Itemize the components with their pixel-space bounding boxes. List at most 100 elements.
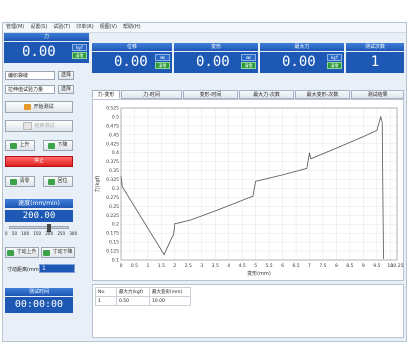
menu-settings[interactable]: 设置(S) (27, 23, 50, 32)
y-tick-label: 0.1 (112, 258, 119, 264)
x-tick-label: 8 (335, 263, 338, 269)
test-count-value: 1 (346, 52, 404, 73)
chart-area: 0 0.5 1 1.5 2 2.5 3 3.5 4 4.5 5 5.5 6 6.5 7 7.5 8 8.5 9 9.5… (92, 99, 404, 281)
jog-distance-value: 1 (42, 265, 46, 272)
force-unit: kgf (72, 44, 87, 51)
deformation-unit: mm (241, 54, 256, 61)
x-tick-label: 4.5 (239, 263, 246, 269)
cell-max-deformation: 10.00 (149, 296, 191, 306)
tab-maxdeformation-count[interactable]: 最大变形-次数 (295, 90, 350, 99)
jog-up-button[interactable]: 寸动上升 (5, 247, 39, 258)
cell-max-force: 0.50 (116, 296, 150, 306)
y-tick-label: 0.15 (109, 240, 119, 246)
tab-force-deformation[interactable]: 力-变形 (92, 90, 120, 99)
deformation-panel: 变形 0.00 mm 清零 (174, 43, 258, 73)
clear-label: 清零 (19, 178, 30, 184)
move-down-label: 下降 (57, 142, 68, 148)
x-tick-label: 7.5 (319, 263, 326, 269)
menu-print[interactable]: 印单(R) (73, 23, 96, 32)
position-number: 0.00 (114, 54, 148, 70)
position-value: 0.00 mm 清零 (92, 52, 172, 73)
max-force-unit: kgf (327, 54, 342, 61)
x-tick-label: 8.5 (346, 263, 353, 269)
force-deformation-chart: 0 0.5 1 1.5 2 2.5 3 3.5 4 4.5 5 5.5 6 6.5 7 7.5 8 8.5 9 9.5… (94, 106, 404, 278)
stop-test-button[interactable]: 结束测试 (5, 120, 73, 132)
return-label: 回位 (57, 178, 68, 184)
y-tick-label: 0.35 (109, 168, 119, 174)
timer-value: 00:00:00 (5, 297, 73, 313)
table-row[interactable]: 1 0.50 10.00 (95, 296, 191, 306)
halt-button[interactable]: 停止 (5, 156, 73, 167)
y-tick-label: 0.25 (109, 204, 119, 210)
x-tick-label: 3.5 (212, 263, 219, 269)
menu-test[interactable]: 试验(T) (50, 23, 73, 32)
move-up-button[interactable]: 上升 (5, 140, 35, 151)
test-count-title: 测试次数 (346, 43, 404, 51)
force-value: 0.00 kgf 清零 (4, 42, 89, 63)
force-reset-button[interactable]: 清零 (72, 52, 87, 59)
y-tick-label: 0.45 (109, 132, 119, 138)
col-max-force: 最大力(kgf) (116, 287, 150, 297)
x-tick-label: 2.5 (185, 263, 192, 269)
plot-frame (120, 107, 398, 261)
jog-up-icon (7, 249, 15, 256)
max-force-reset-button[interactable]: 清零 (327, 62, 342, 69)
speed-tick: 100 (21, 231, 29, 236)
deformation-number: 0.00 (196, 54, 230, 70)
return-icon (48, 178, 56, 185)
y-tick-label: 0.325 (106, 177, 119, 183)
y-tick-label: 0.125 (106, 249, 119, 255)
test-method-value: 拉伸值试验力量 (8, 87, 44, 93)
jog-down-button[interactable]: 寸动下降 (41, 247, 75, 258)
tab-deformation-time[interactable]: 变形-时间 (183, 90, 238, 99)
x-axis-label: 变形(mm) (247, 270, 271, 277)
speed-tick: 200 (45, 231, 53, 236)
max-force-title: 最大力 (260, 43, 344, 51)
y-tick-label: 0.225 (106, 213, 119, 219)
arrow-down-icon (48, 142, 56, 149)
test-method-option-button[interactable]: 选择 (58, 85, 74, 94)
cell-no: 1 (95, 296, 117, 306)
x-tick-label: 1 (146, 263, 149, 269)
deformation-value: 0.00 mm 清零 (174, 52, 258, 73)
arrow-up-icon (10, 142, 18, 149)
test-type-select[interactable]: 编织袋缝 (5, 71, 55, 80)
max-force-panel: 最大力 0.00 kgf 清零 (260, 43, 344, 73)
test-type-value: 编织袋缝 (8, 73, 29, 79)
test-type-option-button[interactable]: 选择 (58, 71, 74, 80)
y-tick-label: 0.275 (106, 195, 119, 201)
clear-button[interactable]: 清零 (5, 176, 35, 187)
tab-force-time[interactable]: 力-时间 (121, 90, 182, 99)
y-tick-label: 0.425 (106, 141, 119, 147)
x-tick-label: 6.5 (292, 263, 299, 269)
speed-slider-track[interactable] (9, 224, 69, 232)
menu-view[interactable]: 视图(V) (97, 23, 120, 32)
x-tick-label: 5.5 (266, 263, 273, 269)
position-reset-button[interactable]: 清零 (155, 62, 170, 69)
x-tick-label: 10.25 (391, 263, 404, 269)
force-panel: 力 0.00 kgf 清零 (4, 33, 89, 63)
start-test-button[interactable]: 开始测试 (5, 101, 73, 113)
max-force-value: 0.00 kgf 清零 (260, 52, 344, 73)
series-line (120, 115, 384, 259)
x-tick-label: 5 (254, 263, 257, 269)
menu-help[interactable]: 帮助(H) (120, 23, 144, 32)
jog-distance-input[interactable]: 1 (39, 264, 75, 273)
deformation-reset-button[interactable]: 清零 (241, 62, 256, 69)
speed-value: 200.00 (5, 210, 73, 222)
jog-down-icon (43, 249, 51, 256)
tab-maxforce-count[interactable]: 最大力-次数 (239, 90, 294, 99)
x-tick-label: 6 (281, 263, 284, 269)
menu-manage[interactable]: 管理(M) (3, 23, 27, 32)
force-title: 力 (4, 33, 89, 41)
move-down-button[interactable]: 下降 (43, 140, 73, 151)
y-axis-label: 力(kgf) (94, 176, 101, 193)
tab-test-results[interactable]: 测试结果 (351, 90, 404, 99)
test-method-select[interactable]: 拉伸值试验力量 (5, 85, 55, 94)
x-tick-label: 3 (200, 263, 203, 269)
speed-tick: 300 (69, 231, 77, 236)
start-icon (24, 104, 32, 110)
return-button[interactable]: 回位 (43, 176, 73, 187)
x-tick-label: 4 (227, 263, 230, 269)
x-tick-label: 9.5 (373, 263, 380, 269)
